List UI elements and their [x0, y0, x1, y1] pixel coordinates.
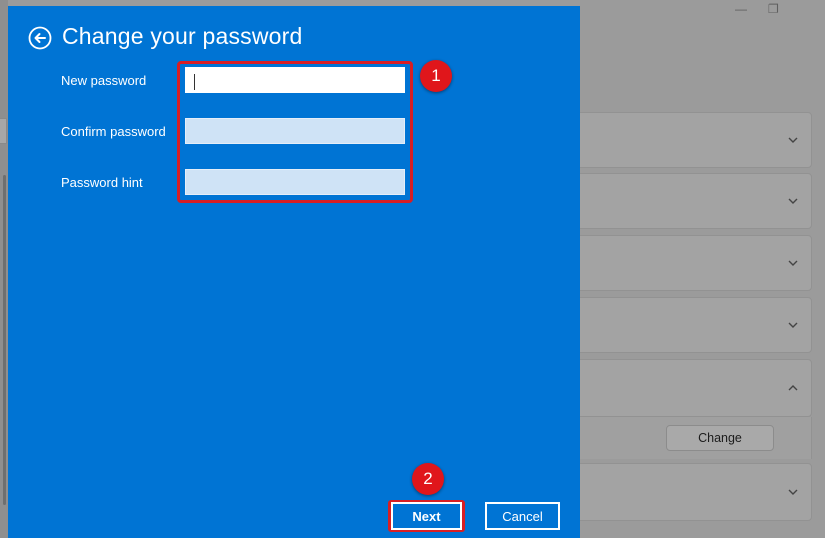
background-setting-card[interactable] — [572, 297, 812, 353]
background-setting-card[interactable] — [572, 173, 812, 229]
change-password-dialog: Change your password New password Confir… — [8, 6, 580, 538]
minimize-icon[interactable]: — — [735, 2, 747, 16]
background-setting-card[interactable] — [572, 112, 812, 168]
chevron-down-icon — [788, 260, 798, 266]
confirm-password-label: Confirm password — [61, 124, 166, 139]
background-scrollbar[interactable] — [3, 175, 6, 505]
next-button[interactable]: Next — [391, 502, 462, 530]
background-setting-card[interactable] — [572, 235, 812, 291]
background-setting-card[interactable] — [572, 463, 812, 521]
back-arrow-icon[interactable] — [28, 26, 52, 50]
background-setting-card-expanded[interactable] — [572, 359, 812, 417]
dialog-title: Change your password — [62, 23, 303, 49]
step-badge-2: 2 — [412, 463, 444, 495]
chevron-down-icon — [788, 489, 798, 495]
new-password-label: New password — [61, 73, 147, 88]
fields-highlight-box — [177, 61, 413, 203]
change-button[interactable]: Change — [666, 425, 774, 451]
cancel-button[interactable]: Cancel — [485, 502, 560, 530]
chevron-down-icon — [788, 322, 798, 328]
chevron-up-icon — [788, 385, 798, 391]
password-hint-label: Password hint — [61, 175, 143, 190]
chevron-down-icon — [788, 137, 798, 143]
restore-icon[interactable]: ❐ — [768, 2, 779, 16]
step-badge-1: 1 — [420, 60, 452, 92]
chevron-down-icon — [788, 198, 798, 204]
background-nav-stub — [0, 118, 7, 144]
